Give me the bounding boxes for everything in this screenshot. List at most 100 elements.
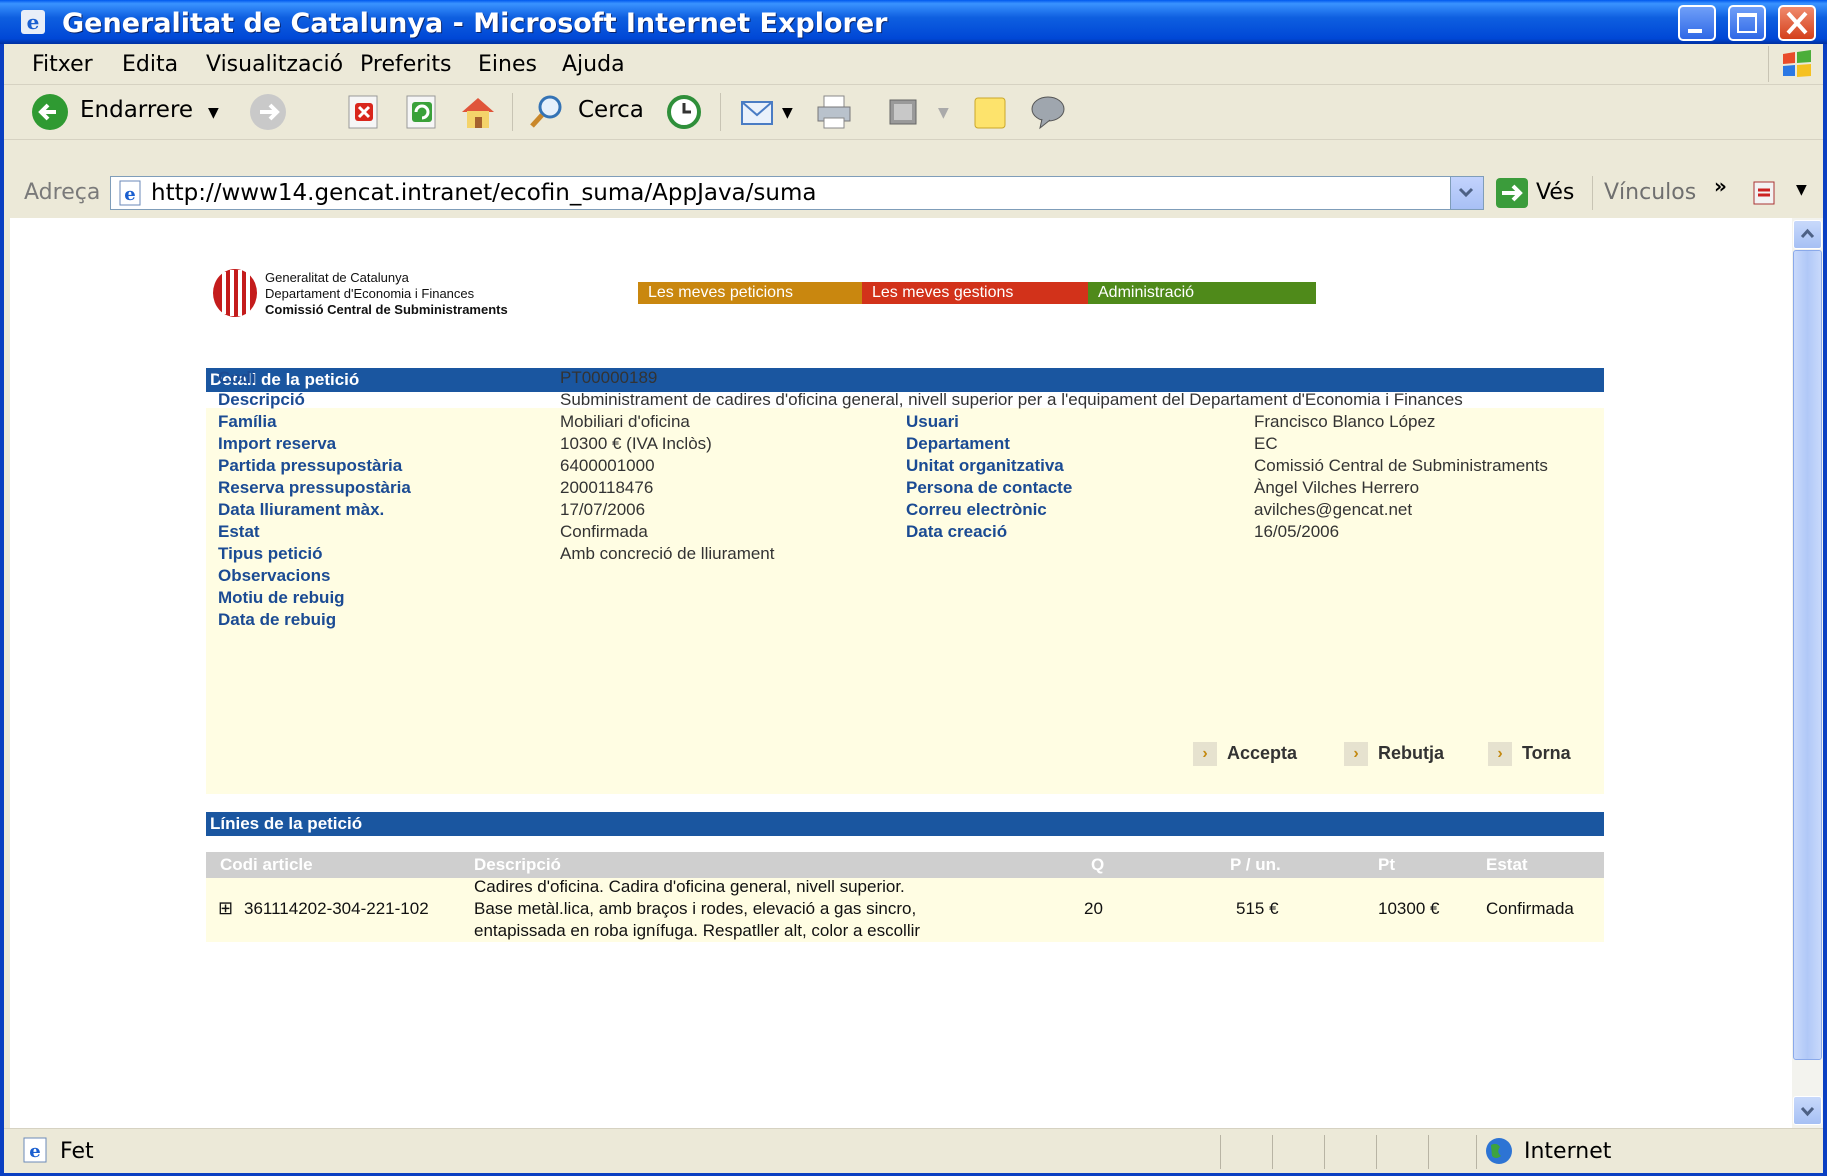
menu-fitxer[interactable]: Fitxer bbox=[32, 52, 93, 77]
status-separator bbox=[1376, 1135, 1377, 1169]
refresh-icon[interactable] bbox=[402, 92, 442, 132]
expand-icon[interactable]: ⊞ bbox=[218, 898, 233, 919]
back-button-label[interactable]: Endarrere bbox=[80, 97, 193, 123]
generalitat-logo-icon bbox=[213, 269, 257, 317]
scroll-up-button[interactable] bbox=[1793, 220, 1822, 249]
field-value: Confirmada bbox=[560, 522, 648, 541]
field-label: Descripció bbox=[218, 390, 305, 409]
field-value: 16/05/2006 bbox=[1254, 522, 1340, 541]
mail-icon[interactable] bbox=[738, 92, 778, 132]
window-title: Generalitat de Catalunya - Microsoft Int… bbox=[62, 8, 888, 39]
standard-toolbar: Endarrere ▼ Cerca ▼ ▼ bbox=[4, 85, 1823, 140]
col-description[interactable]: Descripció bbox=[474, 855, 561, 875]
field-value: EC bbox=[1254, 434, 1278, 453]
menu-preferits[interactable]: Preferits bbox=[360, 52, 452, 77]
row-total: 10300 € bbox=[1378, 899, 1440, 918]
search-button-label[interactable]: Cerca bbox=[578, 97, 644, 123]
chevron-right-icon: › bbox=[1193, 742, 1217, 766]
go-button[interactable] bbox=[1496, 178, 1528, 208]
svg-text:e: e bbox=[124, 184, 135, 205]
field-label: Departament bbox=[906, 434, 1010, 453]
nav-my-requests[interactable]: Les meves peticions bbox=[638, 282, 862, 304]
go-label[interactable]: Vés bbox=[1536, 180, 1574, 205]
close-button[interactable] bbox=[1778, 5, 1816, 41]
back-dropdown-icon[interactable]: ▼ bbox=[208, 105, 219, 121]
menu-visualitzacio[interactable]: Visualització bbox=[206, 52, 343, 77]
nav-administration[interactable]: Administració bbox=[1088, 282, 1316, 304]
address-bar: Adreça e http://www14.gencat.intranet/ec… bbox=[4, 172, 1823, 214]
field-value: Comissió Central de Subministraments bbox=[1254, 456, 1548, 475]
links-label[interactable]: Vínculos bbox=[1604, 180, 1696, 205]
status-separator bbox=[1476, 1135, 1477, 1169]
col-total[interactable]: Pt bbox=[1378, 855, 1395, 875]
status-separator bbox=[1220, 1135, 1221, 1169]
status-separator bbox=[1428, 1135, 1429, 1169]
field-label: Import reserva bbox=[218, 434, 337, 453]
field-label: Correu electrònic bbox=[906, 500, 1047, 519]
search-icon[interactable] bbox=[526, 92, 566, 132]
title-bar[interactable]: e Generalitat de Catalunya - Microsoft I… bbox=[0, 0, 1827, 44]
row-status: Confirmada bbox=[1486, 899, 1574, 918]
field-value: 2000118476 bbox=[560, 478, 654, 497]
addon-dropdown-icon[interactable]: ▼ bbox=[1796, 182, 1807, 198]
address-label: Adreça bbox=[24, 180, 101, 205]
field-label: Data de rebuig bbox=[218, 610, 337, 629]
edit-icon[interactable] bbox=[884, 92, 924, 132]
field-label: Persona de contacte bbox=[906, 478, 1073, 497]
accept-label: Accepta bbox=[1227, 743, 1298, 763]
field-label: Partida pressupostària bbox=[218, 456, 403, 475]
nav-my-managements[interactable]: Les meves gestions bbox=[862, 282, 1088, 304]
field-label: Observacions bbox=[218, 566, 331, 585]
reject-label: Rebutja bbox=[1378, 743, 1445, 763]
globe-icon bbox=[1486, 1138, 1512, 1164]
go-arrow-icon bbox=[1502, 184, 1523, 202]
detail-section-title: Detall de la petició bbox=[206, 368, 1604, 392]
print-icon[interactable] bbox=[814, 92, 854, 132]
table-row[interactable]: ⊞ 361114202-304-221-102 Cadires d'oficin… bbox=[206, 877, 1604, 942]
field-label: Usuari bbox=[906, 412, 959, 431]
field-label: Codi bbox=[218, 368, 256, 387]
field-value: Amb concreció de lliurament bbox=[560, 544, 775, 563]
col-article-code[interactable]: Codi article bbox=[220, 855, 313, 875]
forward-arrow-icon[interactable] bbox=[248, 92, 288, 132]
edit-dropdown-icon[interactable]: ▼ bbox=[938, 105, 949, 121]
menu-edita[interactable]: Edita bbox=[122, 52, 178, 77]
page-icon: e bbox=[119, 180, 141, 206]
history-icon[interactable] bbox=[664, 92, 704, 132]
minimize-button[interactable] bbox=[1678, 5, 1716, 41]
security-zone-text: Internet bbox=[1524, 1139, 1612, 1164]
menu-ajuda[interactable]: Ajuda bbox=[562, 52, 625, 77]
field-value: 10300 € (IVA Inclòs) bbox=[560, 434, 712, 453]
field-value: Francisco Blanco López bbox=[1254, 412, 1436, 431]
field-label: Motiu de rebuig bbox=[218, 588, 345, 607]
field-label: Data creació bbox=[906, 522, 1008, 541]
menu-eines[interactable]: Eines bbox=[478, 52, 537, 77]
windows-logo-icon bbox=[1768, 46, 1821, 82]
col-status[interactable]: Estat bbox=[1486, 855, 1528, 875]
close-icon bbox=[1786, 11, 1808, 35]
field-value: avilches@gencat.net bbox=[1254, 500, 1413, 519]
back-arrow-icon[interactable] bbox=[30, 92, 70, 132]
mail-dropdown-icon[interactable]: ▼ bbox=[782, 105, 793, 121]
chevron-down-icon bbox=[1800, 1106, 1815, 1117]
svg-text:e: e bbox=[29, 1141, 40, 1162]
col-quantity[interactable]: Q bbox=[1091, 855, 1104, 875]
address-input[interactable]: e http://www14.gencat.intranet/ecofin_su… bbox=[110, 176, 1484, 210]
stop-icon[interactable] bbox=[344, 92, 384, 132]
col-unit-price[interactable]: P / un. bbox=[1230, 855, 1281, 875]
scroll-thumb[interactable] bbox=[1793, 250, 1822, 1060]
status-separator bbox=[1324, 1135, 1325, 1169]
scroll-down-button[interactable] bbox=[1793, 1096, 1822, 1125]
addon-icon[interactable] bbox=[1750, 178, 1784, 208]
maximize-button[interactable] bbox=[1728, 5, 1766, 41]
messenger-icon[interactable] bbox=[1028, 92, 1068, 132]
links-more-icon[interactable]: » bbox=[1714, 174, 1727, 198]
home-icon[interactable] bbox=[458, 92, 498, 132]
web-content: Generalitat de Catalunya Departament d'E… bbox=[10, 218, 1792, 1128]
field-label: Família bbox=[218, 412, 277, 431]
page-done-icon: e bbox=[23, 1137, 47, 1163]
vertical-scrollbar[interactable] bbox=[1792, 218, 1823, 1128]
note-icon[interactable] bbox=[970, 92, 1010, 132]
address-dropdown-button[interactable] bbox=[1450, 177, 1483, 209]
logo-line-2: Departament d'Economia i Finances bbox=[265, 286, 475, 301]
